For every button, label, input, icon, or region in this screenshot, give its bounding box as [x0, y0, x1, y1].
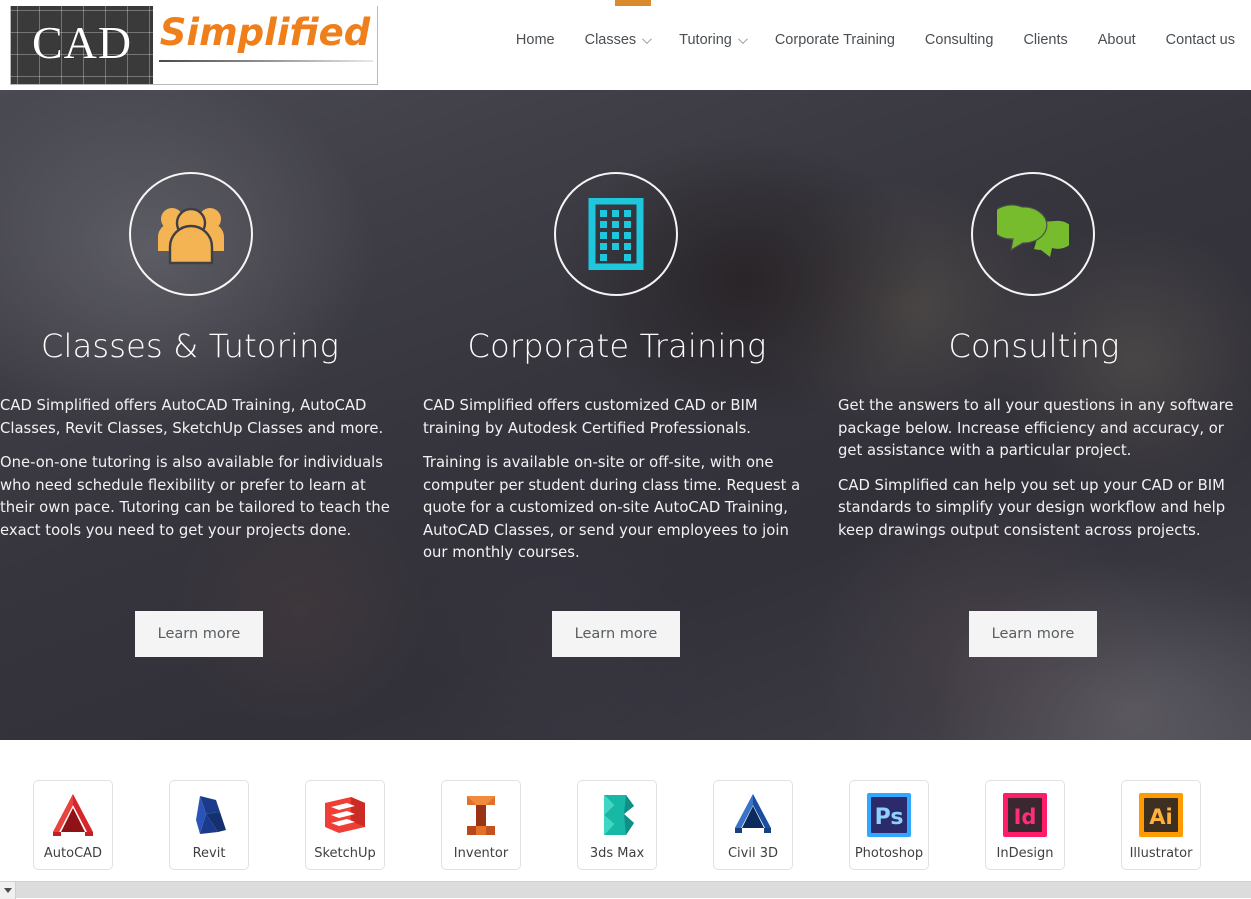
- hero-column-title: Corporate Training: [417, 327, 817, 365]
- hero-content: Classes & Tutoring CAD Simplified offers…: [0, 90, 1251, 740]
- nav-item-label: Consulting: [925, 32, 994, 48]
- 3dsmax-icon: [591, 790, 643, 840]
- software-label: Revit: [193, 846, 226, 861]
- illustrator-icon: Ai: [1135, 790, 1187, 840]
- hero-column-body: CAD Simplified offers AutoCAD Training, …: [0, 395, 396, 554]
- nav-item-label: Contact us: [1166, 32, 1235, 48]
- nav-item-label: About: [1098, 32, 1136, 48]
- svg-text:Id: Id: [1014, 805, 1037, 829]
- hero-paragraph: CAD Simplified offers customized CAD or …: [423, 395, 815, 440]
- hero-paragraph: Get the answers to all your questions in…: [838, 395, 1234, 463]
- logo-cad-block: CAD: [11, 6, 153, 84]
- nav-item-label: Tutoring: [679, 32, 732, 48]
- hero-column-body: Get the answers to all your questions in…: [838, 395, 1234, 554]
- software-label: Inventor: [454, 846, 508, 861]
- software-label: AutoCAD: [44, 846, 102, 861]
- civil3d-icon: [727, 790, 779, 840]
- hero-column-body: CAD Simplified offers customized CAD or …: [423, 395, 815, 577]
- software-label: SketchUp: [314, 846, 376, 861]
- nav-item-clients[interactable]: Clients: [1008, 32, 1082, 48]
- nav-item-label: Home: [516, 32, 555, 48]
- hero-paragraph: CAD Simplified offers AutoCAD Training, …: [0, 395, 396, 440]
- software-label: Civil 3D: [728, 846, 778, 861]
- software-card-photoshop[interactable]: Ps Photoshop: [849, 780, 929, 870]
- chevron-down-icon: [642, 34, 652, 44]
- svg-text:Ai: Ai: [1149, 805, 1172, 829]
- learn-more-button-corporate-training[interactable]: Learn more: [552, 611, 680, 657]
- learn-more-button-classes-tutoring[interactable]: Learn more: [135, 611, 263, 657]
- speech-bubbles-icon: [971, 172, 1095, 296]
- software-label: InDesign: [997, 846, 1054, 861]
- hero-paragraph: Training is available on-site or off-sit…: [423, 452, 815, 565]
- nav-item-tutoring[interactable]: Tutoring: [664, 32, 760, 48]
- software-label: Illustrator: [1130, 846, 1193, 861]
- software-card-inventor[interactable]: Inventor: [441, 780, 521, 870]
- hero-column-consulting: Consulting Get the answers to all your q…: [834, 90, 1234, 740]
- software-label: 3ds Max: [590, 846, 644, 861]
- nav-item-classes[interactable]: Classes: [570, 32, 665, 48]
- nav-item-home[interactable]: Home: [501, 32, 570, 48]
- sketchup-icon: [319, 790, 371, 840]
- scroll-left-arrow-button[interactable]: [0, 882, 16, 899]
- software-label: Photoshop: [855, 846, 923, 861]
- inventor-icon: [455, 790, 507, 840]
- horizontal-scrollbar[interactable]: [0, 881, 1251, 898]
- software-card-illustrator[interactable]: Ai Illustrator: [1121, 780, 1201, 870]
- logo-underline-rule: [159, 60, 373, 62]
- photoshop-icon: Ps: [863, 790, 915, 840]
- software-card-indesign[interactable]: Id InDesign: [985, 780, 1065, 870]
- svg-text:Ps: Ps: [875, 805, 904, 830]
- learn-more-button-consulting[interactable]: Learn more: [969, 611, 1097, 657]
- group-people-icon: [129, 172, 253, 296]
- indesign-icon: Id: [999, 790, 1051, 840]
- software-card-revit[interactable]: Revit: [169, 780, 249, 870]
- software-card-civil3d[interactable]: Civil 3D: [713, 780, 793, 870]
- nav-item-corporate-training[interactable]: Corporate Training: [760, 32, 910, 48]
- logo-cad-text: CAD: [32, 20, 132, 70]
- hero-section: Classes & Tutoring CAD Simplified offers…: [0, 90, 1251, 740]
- revit-icon: [183, 790, 235, 840]
- site-logo[interactable]: CAD Simplified: [10, 5, 378, 85]
- hero-column-title: Classes & Tutoring: [0, 327, 390, 365]
- software-logo-row: AutoCAD Revit: [33, 780, 1201, 870]
- triangle-down-icon: [4, 888, 12, 893]
- nav-item-label: Classes: [585, 32, 637, 48]
- nav-item-label: Corporate Training: [775, 32, 895, 48]
- nav-item-about[interactable]: About: [1083, 32, 1151, 48]
- main-navigation: Home Classes Tutoring Corporate Training…: [501, 32, 1235, 48]
- autocad-icon: [47, 790, 99, 840]
- hero-column-title: Consulting: [834, 327, 1234, 365]
- orange-tab-stub: [615, 0, 651, 6]
- nav-item-contact-us[interactable]: Contact us: [1151, 32, 1235, 48]
- nav-item-label: Clients: [1023, 32, 1067, 48]
- software-card-3dsmax[interactable]: 3ds Max: [577, 780, 657, 870]
- software-card-autocad[interactable]: AutoCAD: [33, 780, 113, 870]
- nav-item-consulting[interactable]: Consulting: [910, 32, 1009, 48]
- site-header: CAD Simplified Home Classes Tutoring Cor…: [0, 0, 1251, 90]
- hero-paragraph: CAD Simplified can help you set up your …: [838, 475, 1234, 543]
- software-card-sketchup[interactable]: SketchUp: [305, 780, 385, 870]
- hero-paragraph: One-on-one tutoring is also available fo…: [0, 452, 396, 542]
- logo-simplified-block: Simplified: [153, 6, 377, 84]
- software-logo-strip: AutoCAD Revit: [0, 740, 1251, 882]
- page-top-sliver: [0, 0, 1251, 6]
- office-building-icon: [554, 172, 678, 296]
- chevron-down-icon: [738, 34, 748, 44]
- logo-simplified-text: Simplified: [160, 14, 370, 53]
- hero-column-corporate-training: Corporate Training CAD Simplified offers…: [417, 90, 817, 740]
- hero-column-classes-tutoring: Classes & Tutoring CAD Simplified offers…: [0, 90, 400, 740]
